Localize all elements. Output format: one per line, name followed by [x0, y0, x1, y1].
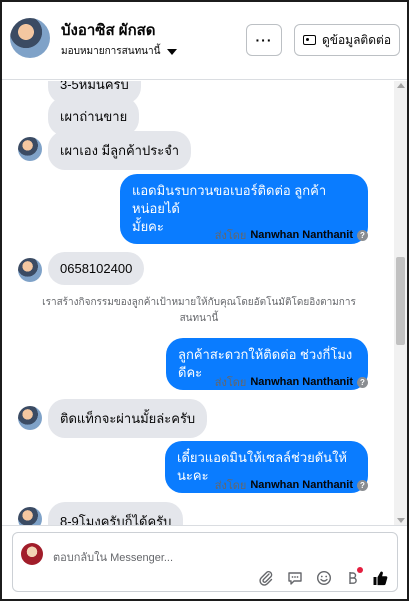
contact-card-icon — [302, 35, 316, 45]
sent-by-label: ส่งโดย Nanwhan Nanthanit ? — [215, 476, 368, 494]
sent-by-prefix: ส่งโดย — [214, 230, 247, 242]
contact-name[interactable]: บังอาซิส ผักสด — [61, 18, 156, 42]
sent-by-prefix: ส่งโดย — [214, 377, 247, 389]
incoming-message: เผาเอง มีลูกค้าประจำ — [48, 131, 192, 170]
sent-by-name: Nanwhan Nanthanit — [250, 479, 353, 491]
contact-avatar-small[interactable] — [18, 137, 42, 161]
reply-input[interactable]: ตอบกลับใน Messenger... — [53, 548, 173, 566]
scrollbar-thumb[interactable] — [396, 257, 405, 345]
info-icon[interactable]: ? — [357, 479, 368, 491]
message-text: เผาเอง มีลูกค้าประจำ — [60, 143, 180, 158]
view-contact-info-label: ดูข้อมูลติดต่อ — [321, 32, 392, 47]
payment-icon[interactable] — [343, 567, 363, 587]
sent-by-label: ส่งโดย Nanwhan Nanthanit ? — [215, 373, 368, 391]
contact-avatar[interactable] — [10, 18, 50, 58]
notice-text: สนทนานี้ — [179, 313, 219, 324]
sent-by-name: Nanwhan Nanthanit — [250, 376, 353, 388]
incoming-message: 0658102400 — [48, 252, 145, 285]
message-list[interactable]: 3-5หมื่นครับ เผาถ่านขาย เผาเอง มีลูกค้าป… — [2, 81, 394, 525]
scroll-up-icon[interactable] — [397, 83, 405, 88]
incoming-message: 8-9โมงครับก็ได้ครับ — [48, 502, 184, 525]
scrollbar[interactable] — [394, 81, 407, 525]
sent-by-prefix: ส่งโดย — [214, 480, 247, 492]
scroll-down-icon[interactable] — [397, 518, 405, 523]
info-icon[interactable]: ? — [357, 376, 368, 388]
message-text: ติดแท็กจะผ่านมั้ยล่ะครับ — [60, 411, 196, 426]
message-text: 0658102400 — [60, 261, 133, 276]
contact-avatar-small[interactable] — [18, 507, 42, 525]
info-icon[interactable]: ? — [357, 229, 368, 241]
notification-dot — [357, 567, 363, 573]
incoming-message: ติดแท็กจะผ่านมั้ยล่ะครับ — [48, 399, 208, 438]
chevron-down-icon — [167, 48, 178, 55]
message-text: เผาถ่านขาย — [60, 109, 128, 124]
assign-conversation-dropdown[interactable]: มอบหมายการสนทนานี้ — [61, 44, 178, 59]
more-icon: ··· — [255, 32, 273, 48]
page-avatar — [21, 543, 43, 565]
attach-icon[interactable] — [257, 569, 275, 587]
emoji-icon[interactable] — [315, 569, 333, 587]
sent-by-label: ส่งโดย Nanwhan Nanthanit ? — [215, 226, 368, 244]
sent-by-name: Nanwhan Nanthanit — [250, 229, 353, 241]
message-text: 3-5หมื่นครับ — [60, 81, 129, 92]
saved-reply-icon[interactable] — [286, 569, 304, 587]
like-icon[interactable] — [371, 569, 389, 587]
more-options-button[interactable]: ··· — [246, 24, 282, 56]
contact-avatar-small[interactable] — [18, 258, 42, 282]
notice-text: เราสร้างกิจกรรมของลูกค้าเป้าหมายให้กับคุ… — [42, 297, 356, 308]
contact-avatar-small[interactable] — [18, 406, 42, 430]
view-contact-info-button[interactable]: ดูข้อมูลติดต่อ — [294, 24, 400, 56]
conversation-header: บังอาซิส ผักสด มอบหมายการสนทนานี้ ··· ดู… — [2, 2, 407, 80]
composer: ตอบกลับใน Messenger... — [2, 525, 407, 599]
message-text: แอดมินรบกวนขอเบอร์ติดต่อ ลูกค้าหน่อยได้ — [132, 183, 327, 216]
system-notice: เราสร้างกิจกรรมของลูกค้าเป้าหมายให้กับคุ… — [24, 295, 374, 327]
assign-label: มอบหมายการสนทนานี้ — [61, 46, 161, 57]
messenger-window: บังอาซิส ผักสด มอบหมายการสนทนานี้ ··· ดู… — [0, 0, 409, 601]
message-text: 8-9โมงครับก็ได้ครับ — [60, 514, 172, 525]
reply-box[interactable]: ตอบกลับใน Messenger... — [12, 532, 398, 592]
